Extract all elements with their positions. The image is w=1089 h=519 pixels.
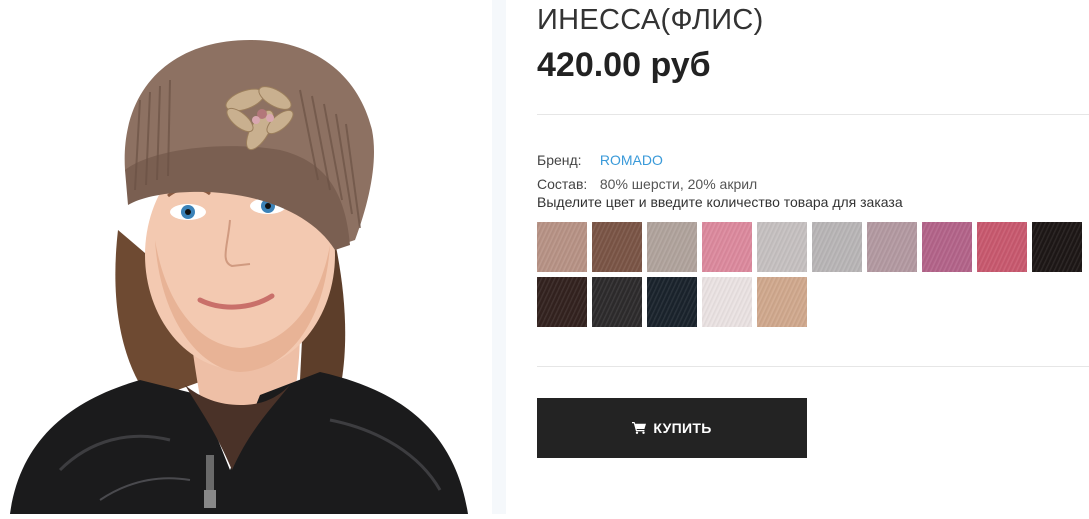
product-image[interactable]: [0, 0, 492, 514]
color-swatch[interactable]: [537, 222, 587, 272]
color-swatches: [537, 222, 1089, 327]
product-price: 420.00 руб: [537, 46, 711, 84]
attribute-label: Бренд:: [537, 152, 582, 168]
attribute-label: Состав:: [537, 176, 588, 192]
color-swatch[interactable]: [647, 222, 697, 272]
buy-button[interactable]: КУПИТЬ: [537, 398, 807, 458]
cart-icon: [632, 422, 647, 434]
color-swatch[interactable]: [757, 277, 807, 327]
attribute-brand: Бренд: ROMADO: [537, 148, 757, 172]
color-swatch[interactable]: [647, 277, 697, 327]
color-swatch[interactable]: [1032, 222, 1082, 272]
color-swatch[interactable]: [977, 222, 1027, 272]
color-swatch[interactable]: [537, 277, 587, 327]
color-swatch[interactable]: [922, 222, 972, 272]
color-swatch[interactable]: [592, 222, 642, 272]
attribute-composition: Состав: 80% шерсти, 20% акрил: [537, 172, 757, 196]
divider: [537, 114, 1089, 115]
product-attributes: Бренд: ROMADO Состав: 80% шерсти, 20% ак…: [537, 148, 757, 196]
product-photo: [0, 0, 492, 514]
color-swatch[interactable]: [757, 222, 807, 272]
product-title: ИНЕССА(ФЛИС): [537, 4, 764, 36]
color-swatch[interactable]: [812, 222, 862, 272]
brand-link[interactable]: ROMADO: [600, 152, 663, 168]
attribute-value: 80% шерсти, 20% акрил: [599, 176, 758, 192]
color-swatch[interactable]: [592, 277, 642, 327]
color-swatch[interactable]: [702, 222, 752, 272]
buy-button-label: КУПИТЬ: [653, 420, 712, 436]
divider: [537, 366, 1089, 367]
color-selection-hint: Выделите цвет и введите количество товар…: [537, 194, 903, 210]
product-info: ИНЕССА(ФЛИС) 420.00 руб Бренд: ROMADO Со…: [537, 0, 1089, 514]
color-swatch[interactable]: [867, 222, 917, 272]
color-swatch[interactable]: [702, 277, 752, 327]
column-divider: [492, 0, 506, 514]
